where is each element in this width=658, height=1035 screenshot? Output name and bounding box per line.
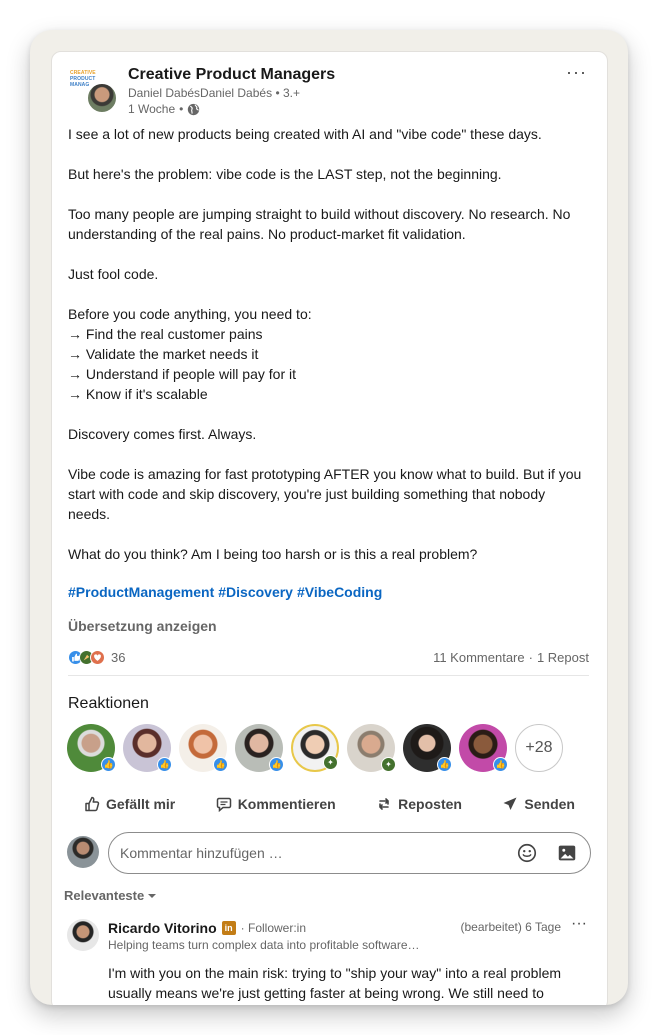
reactor-avatar[interactable]: ✦ bbox=[347, 724, 396, 772]
screenshot-frame: CREATIVE PRODUCT MANAG Creative Product … bbox=[30, 30, 628, 1005]
post-paragraph: But here's the problem: vibe code is the… bbox=[68, 166, 502, 182]
send-button[interactable]: Senden bbox=[502, 792, 575, 816]
like-badge-icon: 👍 bbox=[101, 757, 116, 772]
comment-button[interactable]: Kommentieren bbox=[216, 792, 336, 816]
comment-label: Kommentieren bbox=[237, 796, 336, 812]
sort-label: Relevanteste bbox=[64, 888, 145, 903]
like-badge-icon: 👍 bbox=[157, 757, 172, 772]
author-name[interactable]: Daniel DabésDaniel Dabés bbox=[128, 86, 272, 100]
globe-icon bbox=[188, 103, 200, 115]
post-paragraph: Discovery comes first. Always. bbox=[68, 426, 257, 442]
hashtag-link[interactable]: #VibeCoding bbox=[297, 584, 382, 600]
author-avatar[interactable] bbox=[86, 82, 118, 114]
emoji-icon[interactable] bbox=[516, 842, 538, 864]
post-time: 1 Woche • bbox=[128, 102, 200, 116]
sort-dropdown[interactable]: Relevanteste bbox=[64, 888, 157, 903]
hashtag-list: #ProductManagement #Discovery #VibeCodin… bbox=[68, 584, 382, 600]
commenter-name[interactable]: Ricardo Vitorino bbox=[108, 920, 217, 936]
comment-author-row: Ricardo Vitorino in · Follower:in bbox=[108, 920, 306, 936]
reactor-avatars: 👍 👍 👍 👍 ✦ ✦ 👍 👍 +28 bbox=[67, 724, 563, 772]
post-paragraph: Vibe code is amazing for fast prototypin… bbox=[68, 466, 582, 522]
commenter-avatar[interactable] bbox=[67, 919, 99, 951]
reactor-avatar[interactable]: 👍 bbox=[123, 724, 172, 772]
repost-label: Reposten bbox=[398, 796, 462, 812]
comment-input[interactable] bbox=[120, 845, 500, 861]
post-card: CREATIVE PRODUCT MANAG Creative Product … bbox=[51, 51, 608, 1005]
post-paragraph: I see a lot of new products being create… bbox=[68, 126, 542, 142]
connection-degree: 3.+ bbox=[282, 86, 300, 100]
love-reaction-icon bbox=[90, 650, 105, 665]
commenter-headline: Helping teams turn complex data into pro… bbox=[108, 938, 420, 952]
hashtag-link[interactable]: #ProductManagement bbox=[68, 584, 214, 600]
like-button[interactable]: Gefällt mir bbox=[84, 792, 175, 816]
group-name[interactable]: Creative Product Managers bbox=[128, 66, 335, 84]
list-item: → Know if it's scalable bbox=[68, 386, 208, 402]
divider bbox=[68, 675, 589, 676]
like-badge-icon: 👍 bbox=[493, 757, 508, 772]
reactor-avatar[interactable]: 👍 bbox=[67, 724, 116, 772]
post-body: I see a lot of new products being create… bbox=[68, 124, 588, 584]
caret-down-icon bbox=[148, 893, 157, 898]
list-item: → Validate the market needs it bbox=[68, 346, 259, 362]
post-age: 1 Woche bbox=[128, 102, 176, 116]
list-item: → Find the real customer pains bbox=[68, 326, 263, 342]
reactor-avatar[interactable]: ✦ bbox=[291, 724, 339, 772]
post-paragraph: What do you think? Am I being too harsh … bbox=[68, 546, 478, 562]
reactor-avatar[interactable]: 👍 bbox=[235, 724, 284, 772]
linkedin-premium-icon: in bbox=[221, 921, 236, 935]
reaction-count[interactable]: 36 bbox=[111, 650, 125, 665]
celebrate-badge-icon: ✦ bbox=[323, 755, 338, 770]
reactions-heading: Reaktionen bbox=[68, 695, 149, 712]
repost-icon bbox=[379, 798, 389, 810]
comment-more-button[interactable]: ··· bbox=[571, 915, 587, 933]
like-label: Gefällt mir bbox=[106, 796, 176, 812]
post-paragraph: Just fool code. bbox=[68, 266, 159, 282]
comment-text: I'm with you on the main risk: trying to… bbox=[108, 965, 562, 1001]
comment-composer[interactable] bbox=[108, 832, 591, 874]
send-icon bbox=[503, 797, 517, 810]
reactor-avatar[interactable]: 👍 bbox=[179, 724, 228, 772]
thumbs-up-icon bbox=[85, 796, 100, 812]
engagement-counts: 11 Kommentare · 1 Repost bbox=[433, 650, 589, 665]
like-badge-icon: 👍 bbox=[213, 757, 228, 772]
celebrate-badge-icon: ✦ bbox=[381, 757, 396, 772]
author-line[interactable]: Daniel DabésDaniel Dabés • 3.+ bbox=[128, 86, 300, 100]
image-icon[interactable] bbox=[556, 842, 578, 864]
repost-button[interactable]: Reposten bbox=[376, 792, 462, 816]
comment-icon bbox=[216, 797, 231, 812]
like-badge-icon: 👍 bbox=[437, 757, 452, 772]
current-user-avatar bbox=[67, 836, 99, 868]
time-separator: • bbox=[179, 102, 184, 116]
reactor-avatar[interactable]: 👍 bbox=[403, 724, 452, 772]
post-paragraph: Too many people are jumping straight to … bbox=[68, 206, 571, 242]
reaction-summary[interactable]: 36 bbox=[68, 650, 125, 665]
post-header: CREATIVE PRODUCT MANAG Creative Product … bbox=[52, 52, 607, 122]
like-badge-icon: 👍 bbox=[269, 757, 284, 772]
post-more-button[interactable]: ··· bbox=[566, 62, 587, 83]
more-reactors-button[interactable]: +28 bbox=[515, 724, 563, 772]
reposts-count-link[interactable]: 1 Repost bbox=[537, 650, 589, 665]
translate-button[interactable]: Übersetzung anzeigen bbox=[68, 618, 217, 634]
reactor-avatar[interactable]: 👍 bbox=[459, 724, 508, 772]
degree-separator: • bbox=[275, 86, 283, 100]
action-bar: Gefällt mir Kommentieren Reposten Senden bbox=[68, 792, 589, 816]
hashtag-link[interactable]: #Discovery bbox=[218, 584, 293, 600]
send-label: Senden bbox=[524, 796, 575, 812]
reaction-icons bbox=[68, 650, 105, 665]
comment-meta: (bearbeitet) 6 Tage bbox=[460, 920, 561, 934]
count-separator: · bbox=[528, 650, 533, 665]
list-intro: Before you code anything, you need to: bbox=[68, 306, 312, 322]
list-item: → Understand if people will pay for it bbox=[68, 366, 296, 382]
follower-label: · Follower:in bbox=[240, 921, 307, 935]
comments-count-link[interactable]: 11 Kommentare bbox=[433, 650, 525, 665]
